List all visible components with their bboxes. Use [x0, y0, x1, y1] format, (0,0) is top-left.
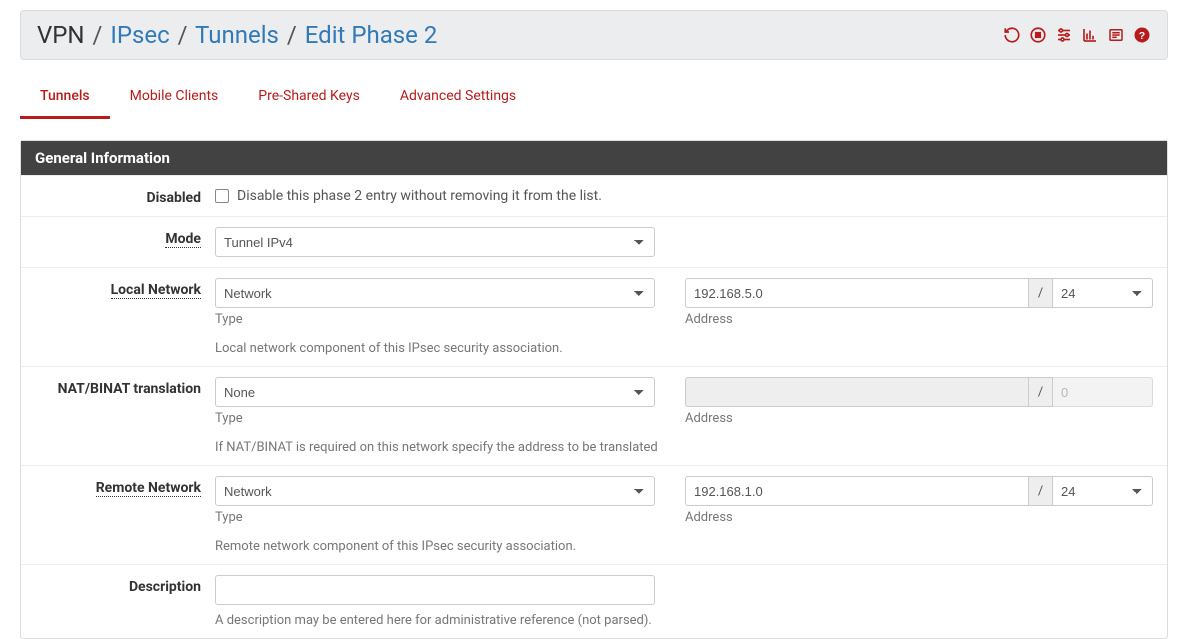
panel-title: General Information: [21, 141, 1167, 175]
breadcrumb-sep: /: [93, 21, 103, 49]
page-header: VPN / IPsec / Tunnels / Edit Phase 2 ?: [20, 10, 1168, 60]
local-cidr-select[interactable]: 24: [1053, 278, 1153, 308]
nat-address-sublabel: Address: [685, 411, 1153, 426]
nat-cidr-select: 0: [1053, 377, 1153, 407]
local-help-text: Local network component of this IPsec se…: [215, 341, 1153, 356]
row-mode: Mode Tunnel IPv4: [21, 216, 1167, 267]
refresh-icon[interactable]: [1003, 26, 1021, 44]
label-local-network: Local Network: [111, 282, 201, 299]
log-icon[interactable]: [1107, 26, 1125, 44]
disabled-text: Disable this phase 2 entry without remov…: [237, 188, 602, 204]
help-icon[interactable]: ?: [1133, 26, 1151, 44]
row-nat-binat: NAT/BINAT translation None Type / 0: [21, 366, 1167, 465]
row-disabled: Disabled Disable this phase 2 entry with…: [21, 175, 1167, 216]
label-mode: Mode: [165, 231, 201, 248]
tab-pre-shared-keys[interactable]: Pre-Shared Keys: [238, 78, 380, 119]
chart-icon[interactable]: [1081, 26, 1099, 44]
label-description: Description: [129, 579, 201, 595]
label-remote-network: Remote Network: [96, 480, 201, 497]
row-description: Description A description may be entered…: [21, 564, 1167, 638]
label-disabled: Disabled: [146, 190, 201, 206]
breadcrumb-sep: /: [287, 21, 297, 49]
disabled-checkbox[interactable]: [215, 189, 229, 203]
header-action-icons: ?: [1003, 26, 1151, 44]
remote-type-sublabel: Type: [215, 510, 655, 525]
tab-advanced-settings[interactable]: Advanced Settings: [380, 78, 536, 119]
tab-tunnels[interactable]: Tunnels: [20, 78, 110, 119]
breadcrumb-link-edit-phase2[interactable]: Edit Phase 2: [305, 21, 438, 49]
breadcrumb-sep: /: [178, 21, 188, 49]
local-type-select[interactable]: Network: [215, 278, 655, 308]
breadcrumb: VPN / IPsec / Tunnels / Edit Phase 2: [37, 21, 437, 49]
local-address-sublabel: Address: [685, 312, 1153, 327]
cidr-slash: /: [1029, 278, 1053, 308]
tab-mobile-clients[interactable]: Mobile Clients: [110, 78, 239, 119]
label-nat-binat: NAT/BINAT translation: [58, 381, 201, 397]
row-local-network: Local Network Network Type / 24: [21, 267, 1167, 366]
svg-text:?: ?: [1139, 30, 1145, 42]
nat-help-text: If NAT/BINAT is required on this network…: [215, 440, 1153, 455]
breadcrumb-part-vpn: VPN: [37, 21, 85, 49]
nat-address-input: [685, 377, 1029, 407]
sliders-icon[interactable]: [1055, 26, 1073, 44]
cidr-slash: /: [1029, 476, 1053, 506]
row-remote-network: Remote Network Network Type / 24: [21, 465, 1167, 564]
remote-cidr-select[interactable]: 24: [1053, 476, 1153, 506]
nat-type-select[interactable]: None: [215, 377, 655, 407]
breadcrumb-link-tunnels[interactable]: Tunnels: [195, 21, 279, 49]
remote-address-input[interactable]: [685, 476, 1029, 506]
description-help-text: A description may be entered here for ad…: [215, 613, 1153, 628]
mode-select[interactable]: Tunnel IPv4: [215, 227, 655, 257]
local-type-sublabel: Type: [215, 312, 655, 327]
nat-type-sublabel: Type: [215, 411, 655, 426]
tab-bar: Tunnels Mobile Clients Pre-Shared Keys A…: [20, 78, 1168, 120]
remote-type-select[interactable]: Network: [215, 476, 655, 506]
description-input[interactable]: [215, 575, 655, 605]
breadcrumb-link-ipsec[interactable]: IPsec: [110, 21, 169, 49]
general-information-panel: General Information Disabled Disable thi…: [20, 140, 1168, 639]
remote-address-sublabel: Address: [685, 510, 1153, 525]
stop-icon[interactable]: [1029, 26, 1047, 44]
remote-help-text: Remote network component of this IPsec s…: [215, 539, 1153, 554]
local-address-input[interactable]: [685, 278, 1029, 308]
cidr-slash: /: [1029, 377, 1053, 407]
